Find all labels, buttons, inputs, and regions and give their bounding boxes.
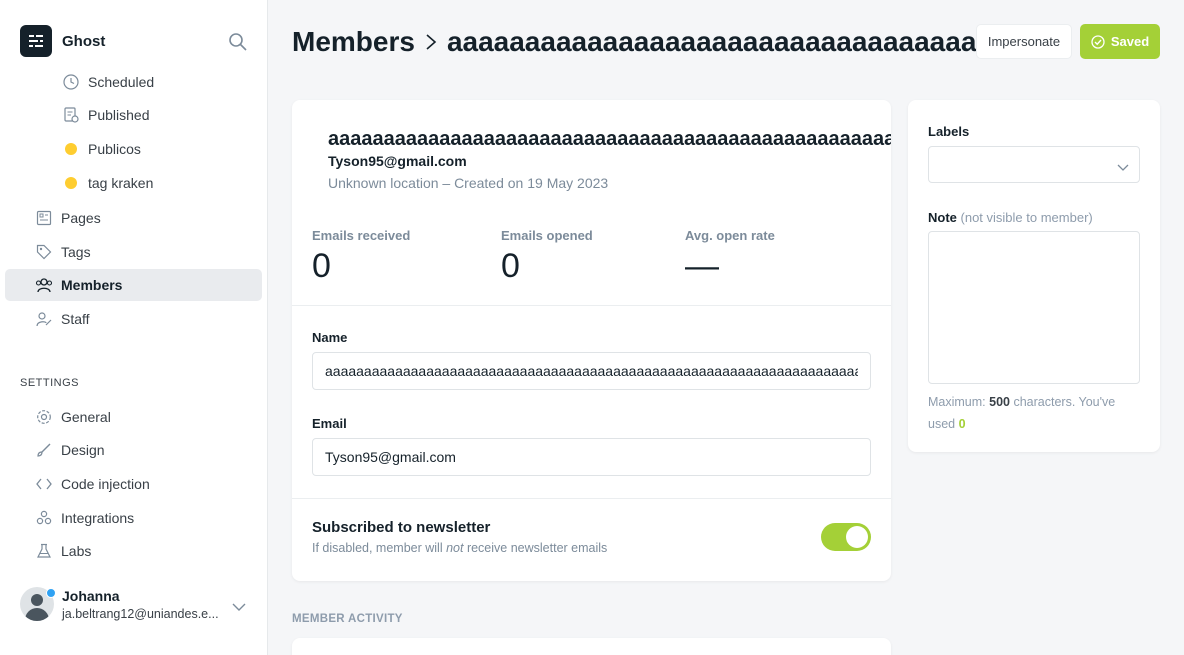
sidebar-item-general[interactable]: General — [5, 401, 262, 433]
integrations-icon — [35, 509, 53, 527]
chevron-down-icon[interactable] — [232, 599, 246, 617]
sidebar-item-label: Integrations — [61, 510, 135, 526]
sidebar-item-label: General — [61, 409, 111, 425]
ghost-logo-icon — [20, 25, 52, 57]
sidebar-item-label: Scheduled — [88, 74, 155, 90]
sidebar-item-label: Published — [88, 107, 150, 123]
sidebar-item-label: Design — [61, 442, 105, 458]
sidebar-item-members[interactable]: Members — [5, 269, 262, 301]
stat-label: Emails opened — [501, 228, 593, 243]
name-field[interactable] — [312, 352, 871, 390]
gear-icon — [35, 408, 53, 426]
chevron-down-icon — [1117, 159, 1129, 177]
check-circle-icon — [1091, 34, 1105, 49]
divider — [292, 498, 891, 499]
member-email: Tyson95@gmail.com — [328, 153, 467, 169]
sidebar-item-staff[interactable]: Staff — [5, 303, 262, 335]
sidebar-item-tags[interactable]: Tags — [5, 236, 262, 268]
note-label: Note (not visible to member) — [928, 210, 1093, 225]
page-title: aaaaaaaaaaaaaaaaaaaaaaaaaaaaaaaaaaaaaaaa… — [446, 26, 977, 57]
sidebar-item-label: Tags — [61, 244, 91, 260]
code-icon — [35, 475, 53, 493]
sidebar-item-label: tag kraken — [88, 175, 154, 191]
flask-icon — [35, 542, 53, 560]
sidebar-item-publicos[interactable]: Publicos — [5, 133, 262, 165]
brand[interactable]: Ghost — [20, 25, 105, 57]
sidebar-item-tag-kraken[interactable]: tag kraken — [5, 167, 262, 199]
labels-label: Labels — [928, 124, 970, 139]
stat-open-rate: Avg. open rate — — [685, 228, 775, 286]
stat-emails-opened: Emails opened 0 — [501, 228, 593, 286]
labels-select[interactable] — [928, 146, 1140, 183]
brush-icon — [35, 441, 53, 459]
tag-icon — [35, 243, 53, 261]
sidebar-item-label: Labs — [61, 543, 92, 559]
breadcrumb: Members aaaaaaaaaaaaaaaaaaaaaaaaaaaaaaaa… — [292, 22, 977, 62]
impersonate-button[interactable]: Impersonate — [976, 24, 1072, 59]
sidebar-item-label: Staff — [61, 311, 90, 327]
search-icon[interactable] — [228, 32, 248, 52]
labels-note-card: Labels Note (not visible to member) Maxi… — [908, 100, 1160, 452]
stat-label: Emails received — [312, 228, 411, 243]
staff-icon — [35, 310, 53, 328]
member-name: aaaaaaaaaaaaaaaaaaaaaaaaaaaaaaaaaaaaaaaa… — [328, 128, 891, 150]
note-textarea[interactable] — [928, 231, 1140, 384]
stat-value: 0 — [312, 247, 331, 285]
sidebar-item-label: Code injection — [61, 476, 150, 492]
newsletter-description: If disabled, member will not receive new… — [312, 541, 608, 555]
members-icon — [35, 276, 53, 294]
sidebar-item-code-injection[interactable]: Code injection — [5, 468, 262, 500]
sidebar-item-pages[interactable]: Pages — [5, 202, 262, 234]
member-activity-card — [292, 638, 891, 655]
tag-dot-icon — [62, 174, 80, 192]
member-details-card: aaaaaaaaaaaaaaaaaaaaaaaaaaaaaaaaaaaaaaaa… — [292, 100, 891, 581]
chevron-right-icon — [425, 33, 437, 51]
app-name: Ghost — [62, 32, 106, 50]
member-activity-heading: MEMBER ACTIVITY — [292, 613, 403, 625]
sidebar-item-design[interactable]: Design — [5, 434, 262, 466]
name-label: Name — [312, 330, 348, 345]
breadcrumb-members-link[interactable]: Members — [292, 26, 415, 58]
toggle-knob — [846, 526, 868, 548]
pages-icon — [35, 209, 53, 227]
tag-dot-icon — [62, 140, 80, 158]
email-field[interactable] — [312, 438, 871, 476]
saved-button[interactable]: Saved — [1080, 24, 1160, 59]
stat-value: 0 — [501, 247, 520, 285]
settings-heading: SETTINGS — [20, 377, 80, 389]
sidebar-item-labs[interactable]: Labs — [5, 535, 262, 567]
sidebar-item-integrations[interactable]: Integrations — [5, 502, 262, 534]
newsletter-title: Subscribed to newsletter — [312, 519, 491, 536]
newsletter-toggle[interactable] — [821, 523, 871, 551]
saved-button-label: Saved — [1110, 34, 1150, 49]
member-meta: Unknown location – Created on 19 May 202… — [328, 175, 609, 191]
sidebar-item-published[interactable]: Published — [5, 99, 262, 131]
sidebar-item-label: Pages — [61, 210, 101, 226]
divider — [292, 305, 891, 306]
stat-label: Avg. open rate — [685, 228, 775, 243]
clock-icon — [62, 73, 80, 91]
note-character-count: Maximum: 500 characters. You've used 0 — [928, 395, 1116, 431]
sidebar-item-label: Members — [61, 277, 123, 293]
sidebar-item-scheduled[interactable]: Scheduled — [5, 66, 262, 98]
published-doc-icon — [62, 106, 80, 124]
sidebar-item-label: Publicos — [88, 141, 141, 157]
stat-value: — — [685, 247, 719, 285]
stat-emails-received: Emails received 0 — [312, 228, 410, 286]
sidebar: Ghost Scheduled Published Publicos tag k… — [0, 0, 268, 655]
email-label: Email — [312, 416, 347, 431]
notification-badge — [46, 588, 56, 598]
user-name: Johanna — [62, 587, 120, 604]
user-email: ja.beltrang12@uniandes.e... — [62, 606, 219, 621]
